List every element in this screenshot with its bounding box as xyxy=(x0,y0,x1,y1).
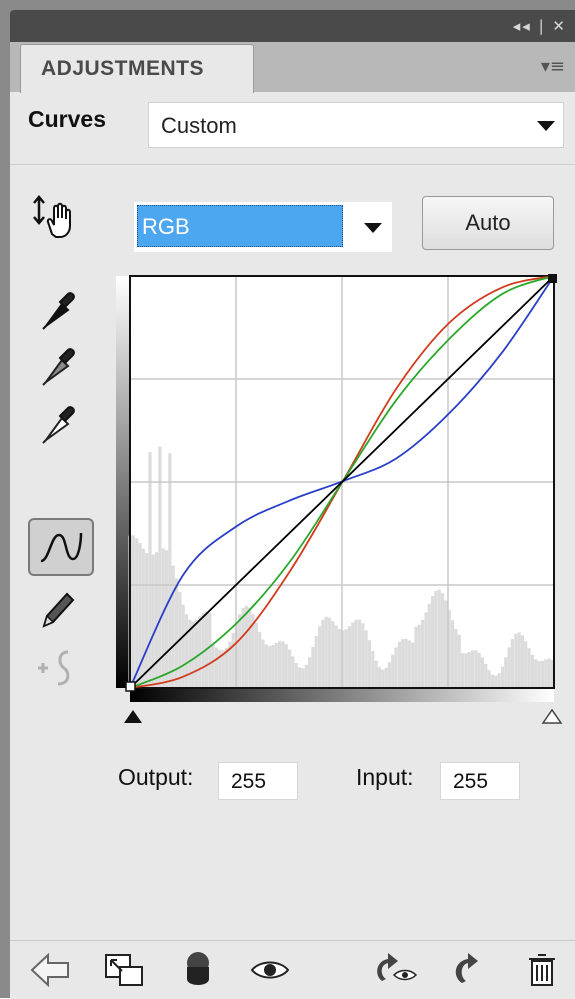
panel-titlebar: ◂◂ | ✕ xyxy=(10,10,575,42)
input-gradient-bar xyxy=(130,688,554,702)
channel-chevron-down-icon xyxy=(364,223,382,233)
curve-point-highlight[interactable] xyxy=(548,274,557,283)
output-label: Output: xyxy=(118,764,194,790)
tab-adjustments-label: ADJUSTMENTS xyxy=(41,57,205,80)
visibility-eye-icon[interactable] xyxy=(248,951,292,989)
previous-state-icon[interactable] xyxy=(370,949,418,991)
black-point-eyedropper-icon[interactable] xyxy=(38,282,78,332)
input-value: 255 xyxy=(453,770,489,793)
output-gradient-bar xyxy=(116,276,130,688)
tab-adjustments[interactable]: ADJUSTMENTS xyxy=(20,44,254,93)
white-point-eyedropper-icon[interactable] xyxy=(38,396,78,446)
expand-view-icon[interactable] xyxy=(102,951,146,989)
white-input-slider[interactable] xyxy=(541,708,563,724)
curves-graph[interactable] xyxy=(114,274,564,774)
preset-value: Custom xyxy=(161,113,237,138)
clip-layer-icon[interactable] xyxy=(176,949,220,991)
panel-menu-icon[interactable]: ▾≡ xyxy=(541,56,565,77)
tab-row: ADJUSTMENTS ▾≡ xyxy=(10,42,575,93)
adjustment-title: Curves xyxy=(28,106,106,132)
auto-button[interactable]: Auto xyxy=(422,196,554,250)
on-image-adjust-icon[interactable] xyxy=(30,192,82,244)
divider xyxy=(10,164,575,165)
reset-icon[interactable] xyxy=(448,949,488,991)
preset-dropdown[interactable]: Custom xyxy=(148,102,564,148)
input-label: Input: xyxy=(356,764,414,790)
window-frame: ◂◂ | ✕ ADJUSTMENTS ▾≡ Curves Custom RGB … xyxy=(0,0,575,999)
adjustments-panel: ADJUSTMENTS ▾≡ Curves Custom RGB Auto Ou… xyxy=(10,42,575,999)
pencil-icon[interactable] xyxy=(38,586,78,632)
gray-point-eyedropper-icon[interactable] xyxy=(38,338,78,388)
output-field[interactable]: 255 xyxy=(218,762,298,800)
trash-icon[interactable] xyxy=(522,949,562,991)
auto-button-label: Auto xyxy=(465,210,511,235)
collapse-close-controls[interactable]: ◂◂ | ✕ xyxy=(513,17,567,35)
curve-edit-icon[interactable] xyxy=(28,518,94,576)
black-input-slider[interactable] xyxy=(124,710,142,723)
smooth-icon xyxy=(34,644,82,692)
output-value: 255 xyxy=(231,770,267,793)
channel-dropdown[interactable]: RGB xyxy=(134,202,392,252)
preset-chevron-down-icon xyxy=(537,121,555,131)
channel-value: RGB xyxy=(142,214,190,239)
curve-point-shadow[interactable] xyxy=(125,681,136,692)
channel-value-highlight: RGB xyxy=(137,205,343,247)
input-field[interactable]: 255 xyxy=(440,762,520,800)
bottom-toolbar xyxy=(10,940,575,999)
back-arrow-icon[interactable] xyxy=(28,951,72,989)
